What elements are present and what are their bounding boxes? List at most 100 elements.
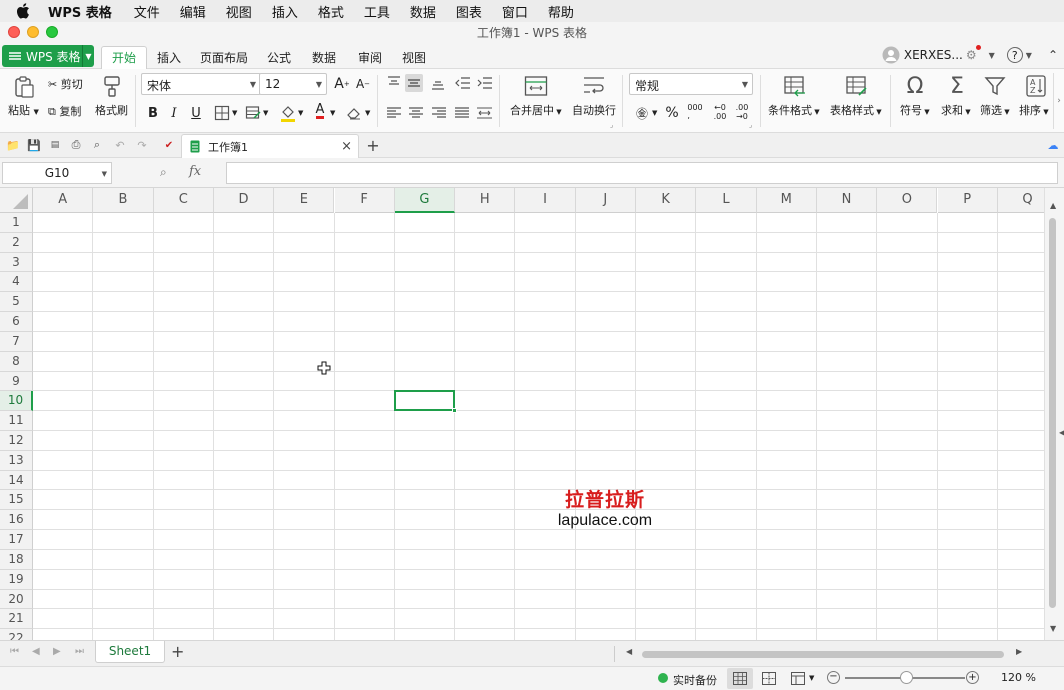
prev-sheet-icon[interactable]: ◀ <box>32 646 40 657</box>
sum-sigma-icon[interactable]: Σ <box>945 74 969 99</box>
align-middle-icon[interactable] <box>405 74 423 92</box>
italic-icon[interactable]: I <box>165 104 183 122</box>
format-painter-button[interactable]: 格式刷 <box>95 102 128 118</box>
decrease-decimal-icon[interactable]: .00 →0 <box>733 103 751 121</box>
paste-icon[interactable] <box>12 75 36 99</box>
decrease-indent-icon[interactable] <box>455 75 471 91</box>
column-header-B[interactable]: B <box>93 188 154 213</box>
decrease-font-icon[interactable]: A − <box>354 75 372 93</box>
row-header-9[interactable]: 9 <box>0 371 33 392</box>
justify-icon[interactable] <box>454 105 470 121</box>
account-dropdown-icon[interactable]: ▼ <box>989 51 995 60</box>
vertical-scroll-thumb[interactable] <box>1049 218 1056 608</box>
clear-format-dropdown-icon[interactable]: ▼ <box>365 109 370 117</box>
last-sheet-icon[interactable]: ⏭ <box>75 646 84 657</box>
row-header-15[interactable]: 15 <box>0 490 33 511</box>
percent-icon[interactable]: % <box>663 104 681 122</box>
tab-page-layout[interactable]: 页面布局 <box>200 46 248 70</box>
merge-center-button[interactable]: 合并居中 ▼ <box>510 102 562 118</box>
fill-color-icon[interactable] <box>280 104 296 122</box>
row-header-17[interactable]: 17 <box>0 530 33 550</box>
fill-color-dropdown-icon[interactable]: ▼ <box>298 109 303 117</box>
wrap-text-icon[interactable] <box>582 75 606 97</box>
zoom-slider-knob[interactable] <box>900 671 913 684</box>
conditional-format-icon[interactable] <box>783 75 807 97</box>
column-header-P[interactable]: P <box>937 188 998 213</box>
table-style-icon[interactable] <box>845 75 869 97</box>
currency-icon[interactable]: ㊎ <box>633 104 651 122</box>
fill-handle[interactable] <box>452 408 458 414</box>
row-header-10[interactable]: 10 <box>0 391 33 412</box>
zoom-level[interactable]: 120 % <box>1001 671 1036 684</box>
increase-indent-icon[interactable] <box>477 75 493 91</box>
wps-app-button[interactable]: WPS 表格 ▼ <box>2 45 94 67</box>
print-icon[interactable]: ⎙ <box>69 138 83 152</box>
format-painter-icon[interactable] <box>102 75 122 97</box>
next-sheet-icon[interactable]: ▶ <box>53 646 61 657</box>
scroll-left-icon[interactable]: ◀ <box>626 647 632 656</box>
horizontal-scroll-thumb[interactable] <box>642 651 1004 658</box>
page-break-view-icon[interactable] <box>762 672 776 685</box>
save-icon[interactable]: 💾 <box>27 138 41 152</box>
row-header-8[interactable]: 8 <box>0 351 33 372</box>
side-panel-toggle-icon[interactable]: ◀ <box>1059 428 1064 437</box>
column-header-Q[interactable]: Q <box>997 188 1044 213</box>
align-left-icon[interactable] <box>386 105 402 121</box>
help-dropdown-icon[interactable]: ▼ <box>1026 51 1032 60</box>
cloud-sync-icon[interactable]: ☁ <box>1046 138 1060 152</box>
number-format-select[interactable]: 常规 ▼ <box>629 73 753 95</box>
filter-funnel-icon[interactable] <box>984 75 1006 97</box>
sort-button[interactable]: 排序 ▼ <box>1019 102 1049 118</box>
customize-toolbar-icon[interactable]: ✔ <box>162 138 176 152</box>
tab-formulas[interactable]: 公式 <box>267 46 291 70</box>
tab-splitter[interactable] <box>614 646 615 662</box>
app-menu[interactable]: WPS 表格 <box>48 2 112 21</box>
first-sheet-icon[interactable]: ⏮ <box>10 646 19 657</box>
zoom-lookup-icon[interactable]: ⌕ <box>160 165 167 180</box>
cell-style-dropdown-icon[interactable]: ▼ <box>263 109 268 117</box>
formula-input[interactable] <box>226 162 1058 184</box>
column-header-E[interactable]: E <box>274 188 335 213</box>
row-header-19[interactable]: 19 <box>0 569 33 590</box>
column-header-M[interactable]: M <box>756 188 817 213</box>
column-header-K[interactable]: K <box>636 188 697 213</box>
wps-dropdown-icon[interactable]: ▼ <box>82 45 94 67</box>
borders-icon[interactable] <box>214 105 230 121</box>
row-header-7[interactable]: 7 <box>0 331 33 352</box>
align-bottom-icon[interactable] <box>430 75 446 91</box>
menu-view[interactable]: 视图 <box>226 2 252 21</box>
font-name-select[interactable]: 宋体 ▼ <box>141 73 261 95</box>
sort-az-icon[interactable]: AZ <box>1025 74 1047 98</box>
realtime-backup-label[interactable]: 实时备份 <box>673 672 717 688</box>
underline-icon[interactable]: U <box>187 104 205 122</box>
tab-review[interactable]: 审阅 <box>358 46 382 70</box>
row-header-13[interactable]: 13 <box>0 450 33 471</box>
table-style-button[interactable]: 表格样式 ▼ <box>830 102 882 118</box>
redo-icon[interactable]: ↷ <box>135 138 149 152</box>
column-header-A[interactable]: A <box>33 188 94 213</box>
increase-font-icon[interactable]: A + <box>333 75 351 93</box>
number-dialog-launcher-icon[interactable]: ⌟ <box>749 121 752 129</box>
column-header-L[interactable]: L <box>696 188 757 213</box>
menu-insert[interactable]: 插入 <box>272 2 298 21</box>
font-color-dropdown-icon[interactable]: ▼ <box>330 109 335 117</box>
row-header-14[interactable]: 14 <box>0 470 33 491</box>
column-header-J[interactable]: J <box>575 188 636 213</box>
add-sheet-icon[interactable]: + <box>171 642 184 661</box>
row-header-21[interactable]: 21 <box>0 609 33 630</box>
align-right-icon[interactable] <box>431 105 447 121</box>
tab-insert[interactable]: 插入 <box>157 46 181 70</box>
symbol-omega-icon[interactable]: Ω <box>903 74 927 99</box>
avatar[interactable] <box>882 46 900 64</box>
settings-gear-icon[interactable]: ⚙ <box>966 45 981 62</box>
export-pdf-icon[interactable]: ▤ <box>48 138 62 152</box>
ribbon-scroll-right-icon[interactable]: › <box>1053 73 1064 129</box>
cut-button[interactable]: ✂ 剪切 <box>48 76 83 92</box>
conditional-format-button[interactable]: 条件格式 ▼ <box>768 102 820 118</box>
spreadsheet-grid[interactable]: A B C D E F G H I J K L M N O P Q 1 2 3 4 5 6 7 8 9 10 11 12 13 14 15 16… <box>0 188 1044 640</box>
scroll-up-icon[interactable]: ▲ <box>1050 201 1056 210</box>
menu-help[interactable]: 帮助 <box>548 2 574 21</box>
scroll-right-icon[interactable]: ▶ <box>1016 647 1022 656</box>
align-center-icon[interactable] <box>408 105 424 121</box>
row-header-1[interactable]: 1 <box>0 213 33 233</box>
